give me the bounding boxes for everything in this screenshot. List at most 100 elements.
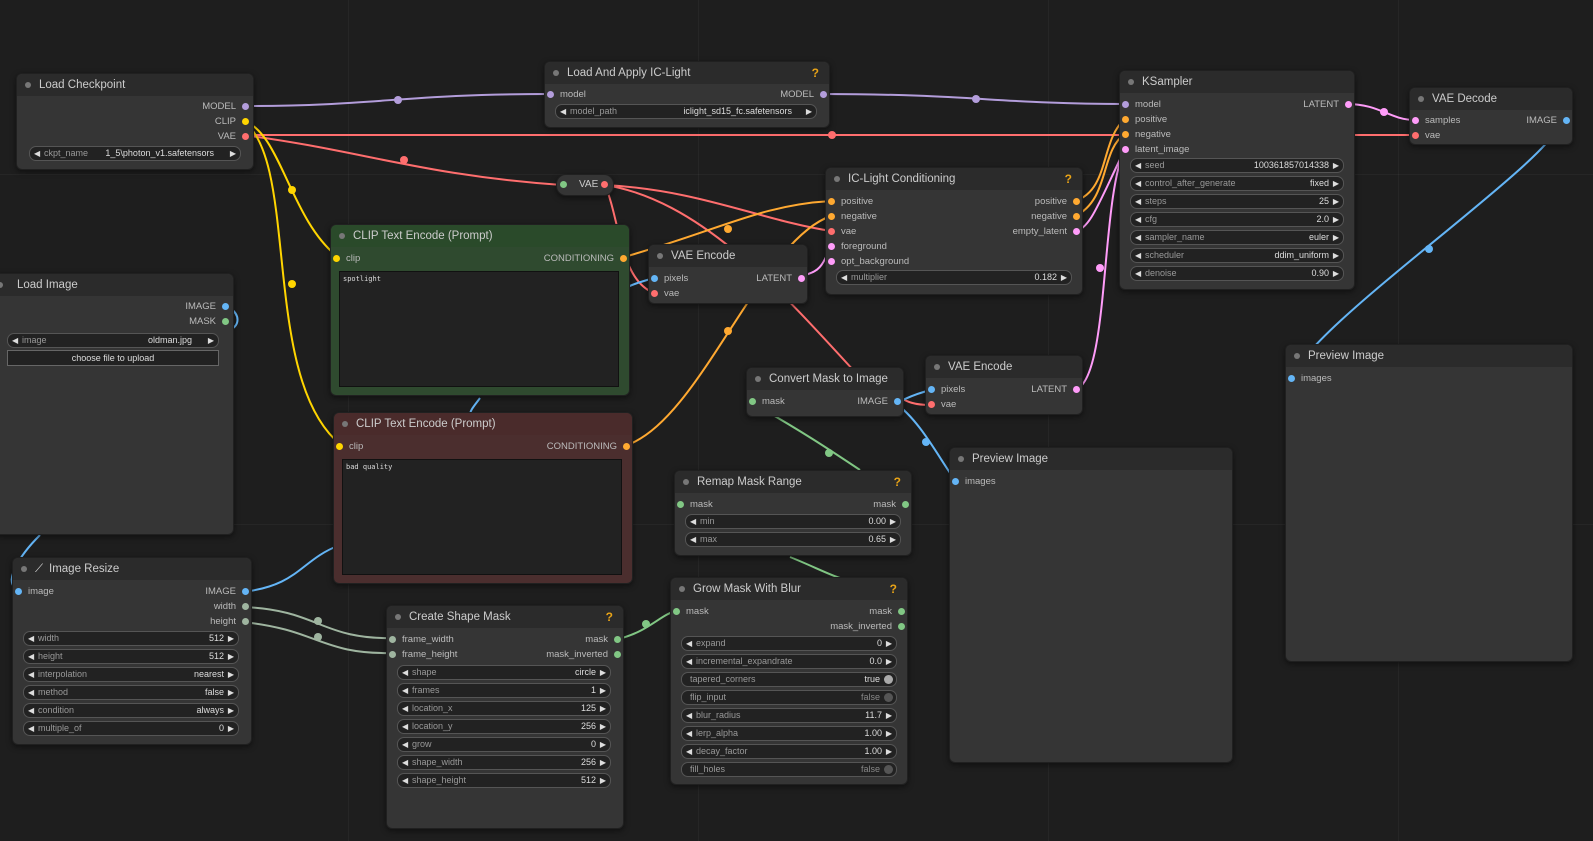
output-empty-latent[interactable]: empty_latent [1013,226,1080,238]
max-widget[interactable]: ◀ max 0.65 ▶ [685,532,901,547]
image-pin-icon[interactable] [1563,117,1570,124]
node-title[interactable]: Preview Image [1286,345,1572,367]
cfg-widget[interactable]: ◀ cfg 2.0 ▶ [1130,212,1344,227]
arrow-left-icon[interactable]: ◀ [1135,159,1141,172]
upload-button[interactable]: choose file to upload [7,350,219,366]
input-latent-image[interactable]: latent_image [1122,144,1189,156]
arrow-left-icon[interactable]: ◀ [402,756,408,769]
node-vae-reroute[interactable]: VAE [556,174,614,196]
arrow-left-icon[interactable]: ◀ [28,686,34,699]
latent-pin-icon[interactable] [1345,101,1352,108]
image-pin-icon[interactable] [15,588,22,595]
arrow-right-icon[interactable]: ▶ [600,738,606,751]
arrow-right-icon[interactable]: ▶ [600,720,606,733]
arrow-right-icon[interactable]: ▶ [600,702,606,715]
arrow-right-icon[interactable]: ▶ [886,709,892,722]
arrow-left-icon[interactable]: ◀ [686,655,692,668]
arrow-left-icon[interactable]: ◀ [34,147,40,160]
help-icon[interactable]: ? [606,606,613,628]
location-y-widget[interactable]: ◀ location_y 256 ▶ [397,719,611,734]
output-mask[interactable]: mask [873,499,909,511]
control-after-generate-widget[interactable]: ◀ control_after_generate fixed ▶ [1130,176,1344,191]
arrow-right-icon[interactable]: ▶ [228,704,234,717]
image-pin-icon[interactable] [894,398,901,405]
height-widget[interactable]: ◀ height 512 ▶ [23,649,239,664]
help-icon[interactable]: ? [1065,168,1072,190]
node-load-image[interactable]: Load Image IMAGE MASK ◀ image oldman.jpg ▶ … [0,273,234,535]
mask-pin-icon[interactable] [222,318,229,325]
mask-pin-icon[interactable] [749,398,756,405]
collapse-dot-icon[interactable] [834,176,840,182]
collapse-dot-icon[interactable] [342,421,348,427]
node-title[interactable]: Load Checkpoint [17,74,253,96]
collapse-dot-icon[interactable] [339,233,345,239]
input-images[interactable]: images [1288,373,1332,385]
location-x-widget[interactable]: ◀ location_x 125 ▶ [397,701,611,716]
denoise-widget[interactable]: ◀ denoise 0.90 ▶ [1130,266,1344,281]
conditioning-pin-icon[interactable] [623,443,630,450]
grow-widget[interactable]: ◀ grow 0 ▶ [397,737,611,752]
arrow-left-icon[interactable]: ◀ [12,334,18,347]
input-negative[interactable]: negative [1122,129,1171,141]
output-negative[interactable]: negative [1031,211,1080,223]
arrow-left-icon[interactable]: ◀ [402,738,408,751]
node-load-checkpoint[interactable]: Load Checkpoint MODEL CLIP VAE ◀ ckpt_nam… [16,73,254,170]
output-width[interactable]: width [214,601,249,613]
arrow-left-icon[interactable]: ◀ [560,105,566,118]
shape-width-widget[interactable]: ◀ shape_width 256 ▶ [397,755,611,770]
output-model[interactable]: MODEL [780,89,827,101]
arrow-left-icon[interactable]: ◀ [28,632,34,645]
arrow-left-icon[interactable]: ◀ [1135,267,1141,280]
output-latent[interactable]: LATENT [1031,384,1080,396]
fill-holes-toggle[interactable]: fill_holes false [681,762,897,777]
arrow-right-icon[interactable]: ▶ [1333,249,1339,262]
node-create-shape-mask[interactable]: Create Shape Mask? frame_width frame_hei… [386,605,624,829]
output-image[interactable]: IMAGE [185,301,229,313]
arrow-right-icon[interactable]: ▶ [1333,195,1339,208]
image-pin-icon[interactable] [1288,375,1295,382]
arrow-left-icon[interactable]: ◀ [1135,195,1141,208]
arrow-left-icon[interactable]: ◀ [1135,249,1141,262]
arrow-right-icon[interactable]: ▶ [208,334,214,347]
int-pin-icon[interactable] [242,618,249,625]
arrow-left-icon[interactable]: ◀ [28,668,34,681]
node-ksampler[interactable]: KSampler model positive negative latent_… [1119,70,1355,290]
input-vae[interactable]: vae [651,288,679,300]
collapse-dot-icon[interactable] [1294,353,1300,359]
node-title[interactable]: ⟋ Image Resize [13,558,251,580]
collapse-dot-icon[interactable] [958,456,964,462]
arrow-right-icon[interactable]: ▶ [228,632,234,645]
arrow-left-icon[interactable]: ◀ [690,533,696,546]
steps-widget[interactable]: ◀ steps 25 ▶ [1130,194,1344,209]
arrow-left-icon[interactable]: ◀ [841,271,847,284]
collapse-dot-icon[interactable] [1418,96,1424,102]
input-vae[interactable]: vae [928,399,956,411]
node-title[interactable]: Preview Image [950,448,1232,470]
node-title[interactable]: Remap Mask Range? [675,471,911,493]
latent-pin-icon[interactable] [1122,146,1129,153]
node-title[interactable]: IC-Light Conditioning? [826,168,1082,190]
shape-widget[interactable]: ◀ shape circle ▶ [397,665,611,680]
output-latent[interactable]: LATENT [1303,99,1352,111]
output-vae[interactable]: VAE [218,131,249,143]
node-title[interactable]: CLIP Text Encode (Prompt) [334,413,632,435]
output-height[interactable]: height [210,616,249,628]
node-title[interactable]: Grow Mask With Blur? [671,578,907,600]
input-positive[interactable]: positive [828,196,873,208]
conditioning-pin-icon[interactable] [828,213,835,220]
node-title[interactable]: VAE Decode [1410,88,1572,110]
toggle-off-icon[interactable] [884,693,893,702]
output-mask[interactable]: mask [585,634,621,646]
image-pin-icon[interactable] [242,588,249,595]
mask-pin-icon[interactable] [677,501,684,508]
int-pin-icon[interactable] [242,603,249,610]
clip-pin-icon[interactable] [242,118,249,125]
prompt-textarea[interactable]: bad quality [342,459,622,575]
arrow-right-icon[interactable]: ▶ [228,668,234,681]
input-samples[interactable]: samples [1412,115,1460,127]
int-pin-icon[interactable] [389,651,396,658]
model-path-combo[interactable]: ◀ model_path iclight_sd15_fc.safetensors ▶ [555,104,817,119]
shape-height-widget[interactable]: ◀ shape_height 512 ▶ [397,773,611,788]
vae-pin-icon[interactable] [928,401,935,408]
blur-radius-widget[interactable]: ◀ blur_radius 11.7 ▶ [681,708,897,723]
